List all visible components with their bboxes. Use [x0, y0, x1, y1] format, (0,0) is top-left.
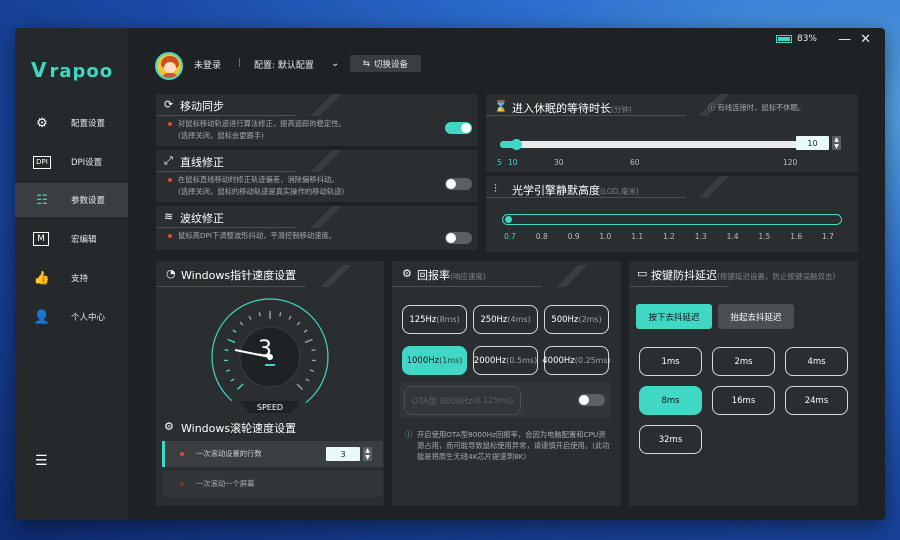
- dial-tick: [303, 329, 308, 333]
- lod-tick: 1.7: [822, 232, 834, 241]
- lod-tick: 1.0: [599, 232, 612, 241]
- battery-indicator: 83%: [775, 34, 817, 44]
- top-bar: 未登录 | 配置: 默认配置 ⌄ ⇆ 切换设备 83% — ✕: [128, 28, 885, 80]
- user-icon: 👤: [33, 309, 51, 325]
- macro-icon: M: [33, 232, 49, 246]
- info-icon: ⓘ: [405, 430, 413, 439]
- polling-ota-8000hz[interactable]: OTA型 8000Hz (0.125ms): [404, 386, 521, 415]
- sidebar-item-user[interactable]: 👤 个人中心: [15, 300, 128, 334]
- dial-tick: [227, 338, 236, 344]
- lod-slider-handle[interactable]: [505, 216, 512, 223]
- minimize-button[interactable]: —: [838, 32, 851, 47]
- speed-label: SPEED: [240, 401, 300, 413]
- lod-tick: 1.1: [631, 232, 644, 241]
- dial-tick: [232, 329, 237, 333]
- debounce-1ms[interactable]: 1ms: [639, 347, 702, 376]
- pointer-speed-panel: ◔ Windows指针速度设置 3 SPEED ⚙ Windows滚轮速度设置 …: [156, 261, 384, 506]
- params-icon: ☷: [36, 192, 48, 208]
- dial-tick: [279, 312, 282, 317]
- sidebar-item-dpi[interactable]: DPI DPI设置: [15, 145, 128, 179]
- swap-icon: ⇆: [362, 58, 371, 69]
- ota-toggle[interactable]: [578, 394, 605, 406]
- sleep-slider-handle[interactable]: [510, 139, 522, 150]
- debounce-32ms[interactable]: 32ms: [639, 425, 702, 454]
- motion-sync-panel: ⟳ 移动同步 对鼠标移动轨迹进行算法修正，提高追踪的稳定性。 (选择关闭，鼠标会…: [156, 94, 478, 146]
- dial-tick: [305, 378, 310, 382]
- sidebar-item-macro[interactable]: M 宏编辑: [15, 222, 128, 256]
- dial-tick: [230, 378, 235, 382]
- polling-2000hz[interactable]: 2000Hz (0.5ms): [473, 346, 538, 375]
- pointer-speed-value: 3: [258, 337, 272, 362]
- dial-tick: [258, 312, 261, 317]
- release-debounce-button[interactable]: 抬起去抖延迟: [718, 304, 794, 329]
- dial-tick: [226, 369, 231, 372]
- dial-tick: [288, 315, 292, 320]
- scroll-lines-option[interactable]: 一次滚动设置的行数 3 ▲ ▼: [162, 441, 383, 467]
- thumbs-up-icon: 👍: [33, 270, 51, 286]
- straight-correction-panel: ⤢ 直线修正 在鼠标直线移动时修正轨迹偏差，消除偏移抖动。 (选择关闭，鼠标的移…: [156, 150, 478, 202]
- lod-tick: 0.7: [504, 232, 516, 241]
- dial-tick: [248, 315, 252, 320]
- dial-tick: [296, 321, 301, 326]
- sidebar-item-config[interactable]: ⚙ 配置设置: [15, 106, 128, 140]
- login-status[interactable]: 未登录: [194, 58, 221, 71]
- dial-tick: [224, 349, 229, 352]
- straight-correction-toggle[interactable]: [445, 178, 472, 190]
- polling-250hz[interactable]: 250Hz (4ms): [473, 305, 538, 334]
- dial-tick: [311, 349, 316, 352]
- dial-tick: [309, 369, 314, 372]
- dpi-icon: DPI: [33, 155, 51, 169]
- lod-panel: ⫶ 光学引擎静默高度(LOD,毫米) 0.7 0.8 0.9 1.0 1.1 1.2 1.3…: [486, 176, 858, 252]
- sleep-stepper[interactable]: ▲ ▼: [832, 136, 841, 150]
- sleep-value-input[interactable]: 10: [796, 136, 829, 150]
- polling-rate-panel: ⚙ 回报率(响应速度) 125Hz (8ms) 250Hz (4ms) 500Hz(…: [392, 261, 621, 506]
- lod-tick: 1.2: [663, 232, 675, 241]
- motion-sync-toggle[interactable]: [445, 122, 472, 134]
- close-button[interactable]: ✕: [860, 32, 871, 47]
- sleep-note: ⓘ 有线连接时，鼠标不休眠。: [708, 103, 806, 112]
- scroll-wheel-icon: ⚙: [164, 420, 174, 433]
- chevron-down-icon[interactable]: ⌄: [331, 58, 339, 69]
- sidebar-item-support[interactable]: 👍 支持: [15, 261, 128, 295]
- lod-slider-track[interactable]: [502, 214, 842, 225]
- lod-tick: 1.3: [694, 232, 707, 241]
- lod-tick: 1.6: [790, 232, 803, 241]
- sleep-panel: ⌛ 进入休眠的等待时长(分钟) ⓘ 有线连接时，鼠标不休眠。 10 ▲ ▼ 5 1…: [486, 94, 858, 172]
- polling-1000hz[interactable]: 1000Hz (1ms): [402, 346, 467, 375]
- polling-500hz[interactable]: 500Hz (2ms): [544, 305, 609, 334]
- app-window: Vrapoo ⚙ 配置设置 DPI DPI设置 ☷ 参数设置 M 宏编辑 👍 支持 👤 个人…: [15, 28, 885, 520]
- ripple-correction-panel: ≋ 波纹修正 鼠标高DPI下调整波形抖动，平滑控制移动速度。: [156, 206, 478, 250]
- config-select[interactable]: 配置: 默认配置: [254, 58, 314, 71]
- collapse-menu-icon[interactable]: ☰: [35, 453, 48, 469]
- ripple-correction-toggle[interactable]: [445, 232, 472, 244]
- debounce-24ms[interactable]: 24ms: [785, 386, 848, 415]
- sleep-slider-track[interactable]: [500, 139, 802, 150]
- scroll-screen-option[interactable]: 一次滚动一个屏幕: [162, 471, 383, 497]
- scroll-lines-stepper[interactable]: ▲ ▼: [363, 447, 372, 461]
- press-debounce-button[interactable]: 按下去抖延迟: [636, 304, 712, 329]
- debounce-4ms[interactable]: 4ms: [785, 347, 848, 376]
- polling-125hz[interactable]: 125Hz (8ms): [402, 305, 467, 334]
- debounce-2ms[interactable]: 2ms: [712, 347, 775, 376]
- switch-device-button[interactable]: ⇆ 切换设备: [350, 55, 421, 72]
- lod-tick: 0.8: [535, 232, 548, 241]
- debounce-panel: ▭ 按键防抖延迟(按键延迟设置，防止按键误触双击) 按下去抖延迟 抬起去抖延迟 …: [629, 261, 858, 506]
- sidebar-item-params[interactable]: ☷ 参数设置: [15, 183, 128, 217]
- dial-tick: [239, 321, 244, 326]
- lod-tick: 1.5: [758, 232, 771, 241]
- sidebar: Vrapoo ⚙ 配置设置 DPI DPI设置 ☷ 参数设置 M 宏编辑 👍 支持 👤 个人…: [15, 28, 128, 520]
- lod-tick: 1.4: [726, 232, 739, 241]
- battery-icon: [775, 35, 792, 43]
- config-icon: ⚙: [36, 115, 48, 131]
- rapoo-logo: Vrapoo: [31, 58, 114, 82]
- avatar[interactable]: [155, 52, 183, 80]
- scroll-lines-input[interactable]: 3: [326, 447, 360, 461]
- dial-tick: [236, 383, 244, 391]
- debounce-16ms[interactable]: 16ms: [712, 386, 775, 415]
- polling-4000hz[interactable]: 4000Hz (0.25ms): [542, 346, 611, 375]
- dial-tick: [296, 383, 304, 391]
- lod-tick: 0.9: [567, 232, 580, 241]
- dial-tick: [304, 338, 313, 344]
- debounce-8ms[interactable]: 8ms: [639, 386, 702, 415]
